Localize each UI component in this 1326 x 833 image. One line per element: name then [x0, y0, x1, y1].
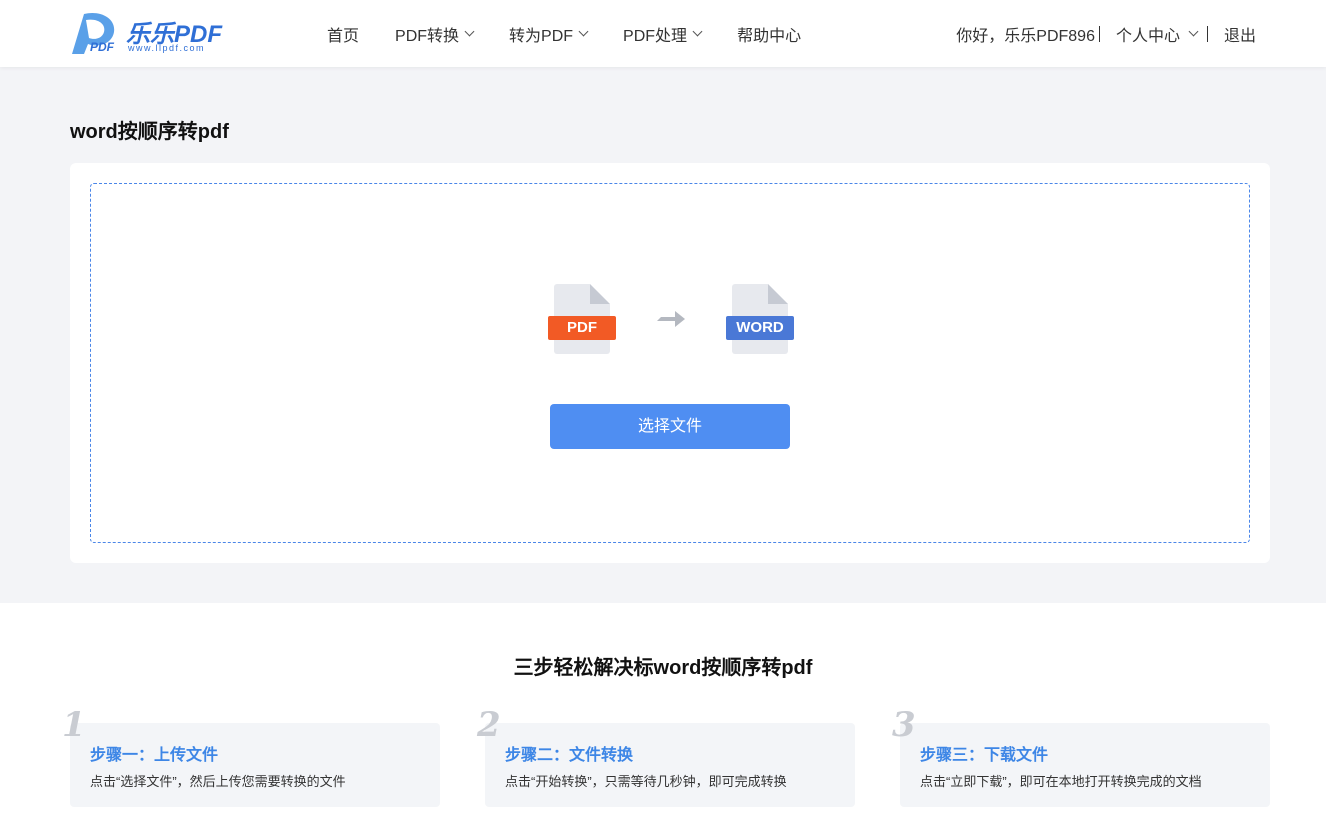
select-file-button[interactable]: 选择文件: [550, 404, 790, 449]
step-number: 2: [477, 705, 501, 745]
divider: [1098, 25, 1100, 42]
divider: [1206, 25, 1208, 42]
step-card: 1 步骤一：上传文件 点击“选择文件”，然后上传您需要转换的文件: [62, 705, 440, 807]
step-number: 3: [892, 705, 916, 745]
word-file-icon: WORD: [726, 284, 794, 356]
step-description: 点击“选择文件”，然后上传您需要转换的文件: [90, 774, 346, 789]
step-heading: 步骤二：文件转换: [505, 747, 634, 764]
file-dropzone[interactable]: [90, 183, 1250, 543]
nav-label: 帮助中心: [737, 27, 802, 45]
arrow-right-icon: [657, 311, 685, 327]
user-area: 你好，乐乐PDF896 个人中心 退出: [956, 0, 1256, 67]
steps-title: 三步轻松解决标word按顺序转pdf: [513, 657, 813, 679]
chevron-down-icon: [1188, 26, 1199, 37]
file-fold: [768, 284, 788, 304]
nav-label: 转为PDF: [509, 27, 574, 45]
chevron-down-icon: [464, 26, 475, 37]
page-title: word按顺序转pdf: [70, 121, 229, 143]
file-fold: [590, 284, 610, 304]
nav-pdf-process[interactable]: PDF处理: [623, 22, 703, 46]
pdf-file-icon: PDF: [548, 284, 616, 356]
nav-label: PDF处理: [623, 27, 688, 45]
steps-section: 三步轻松解决标word按顺序转pdf 1 步骤一：上传文件 点击“选择文件”，然…: [0, 603, 1326, 833]
user-center-label: 个人中心: [1115, 27, 1180, 45]
nav-help-center[interactable]: 帮助中心: [737, 22, 801, 46]
main-nav: 首页 PDF转换 转为PDF PDF处理 帮助中心: [312, 0, 837, 67]
logo-mark-text: PDF: [90, 40, 115, 54]
step-number: 1: [62, 705, 86, 745]
chevron-down-icon: [692, 26, 703, 37]
pdf-format-label: PDF: [548, 316, 616, 340]
site-logo[interactable]: PDF 乐乐PDF www.llpdf.com: [70, 12, 230, 54]
logo-url: www.llpdf.com: [128, 43, 206, 53]
logout-link[interactable]: 退出: [1224, 22, 1256, 46]
user-center-menu[interactable]: 个人中心: [1115, 22, 1199, 46]
step-card: 3 步骤三：下载文件 点击“立即下载”，即可在本地打开转换完成的文档: [892, 705, 1270, 807]
step-heading: 步骤三：下载文件: [920, 747, 1049, 764]
nav-label: 首页: [327, 27, 360, 45]
top-header: PDF 乐乐PDF www.llpdf.com 首页 PDF转换 转为PDF P…: [0, 0, 1326, 67]
logo-mark-icon: PDF: [72, 12, 115, 54]
user-greeting: 你好，乐乐PDF896: [956, 27, 1095, 45]
nav-home[interactable]: 首页: [327, 22, 359, 46]
step-heading: 步骤一：上传文件: [90, 747, 219, 764]
step-description: 点击“开始转换”，只需等待几秒钟，即可完成转换: [505, 774, 787, 789]
nav-label: PDF转换: [395, 27, 460, 45]
step-card: 2 步骤二：文件转换 点击“开始转换”，只需等待几秒钟，即可完成转换: [477, 705, 855, 807]
word-format-label: WORD: [726, 316, 794, 340]
upload-card: [70, 163, 1270, 563]
step-description: 点击“立即下载”，即可在本地打开转换完成的文档: [920, 774, 1202, 789]
nav-pdf-convert[interactable]: PDF转换: [395, 22, 475, 46]
nav-to-pdf[interactable]: 转为PDF: [509, 22, 589, 46]
chevron-down-icon: [578, 26, 589, 37]
